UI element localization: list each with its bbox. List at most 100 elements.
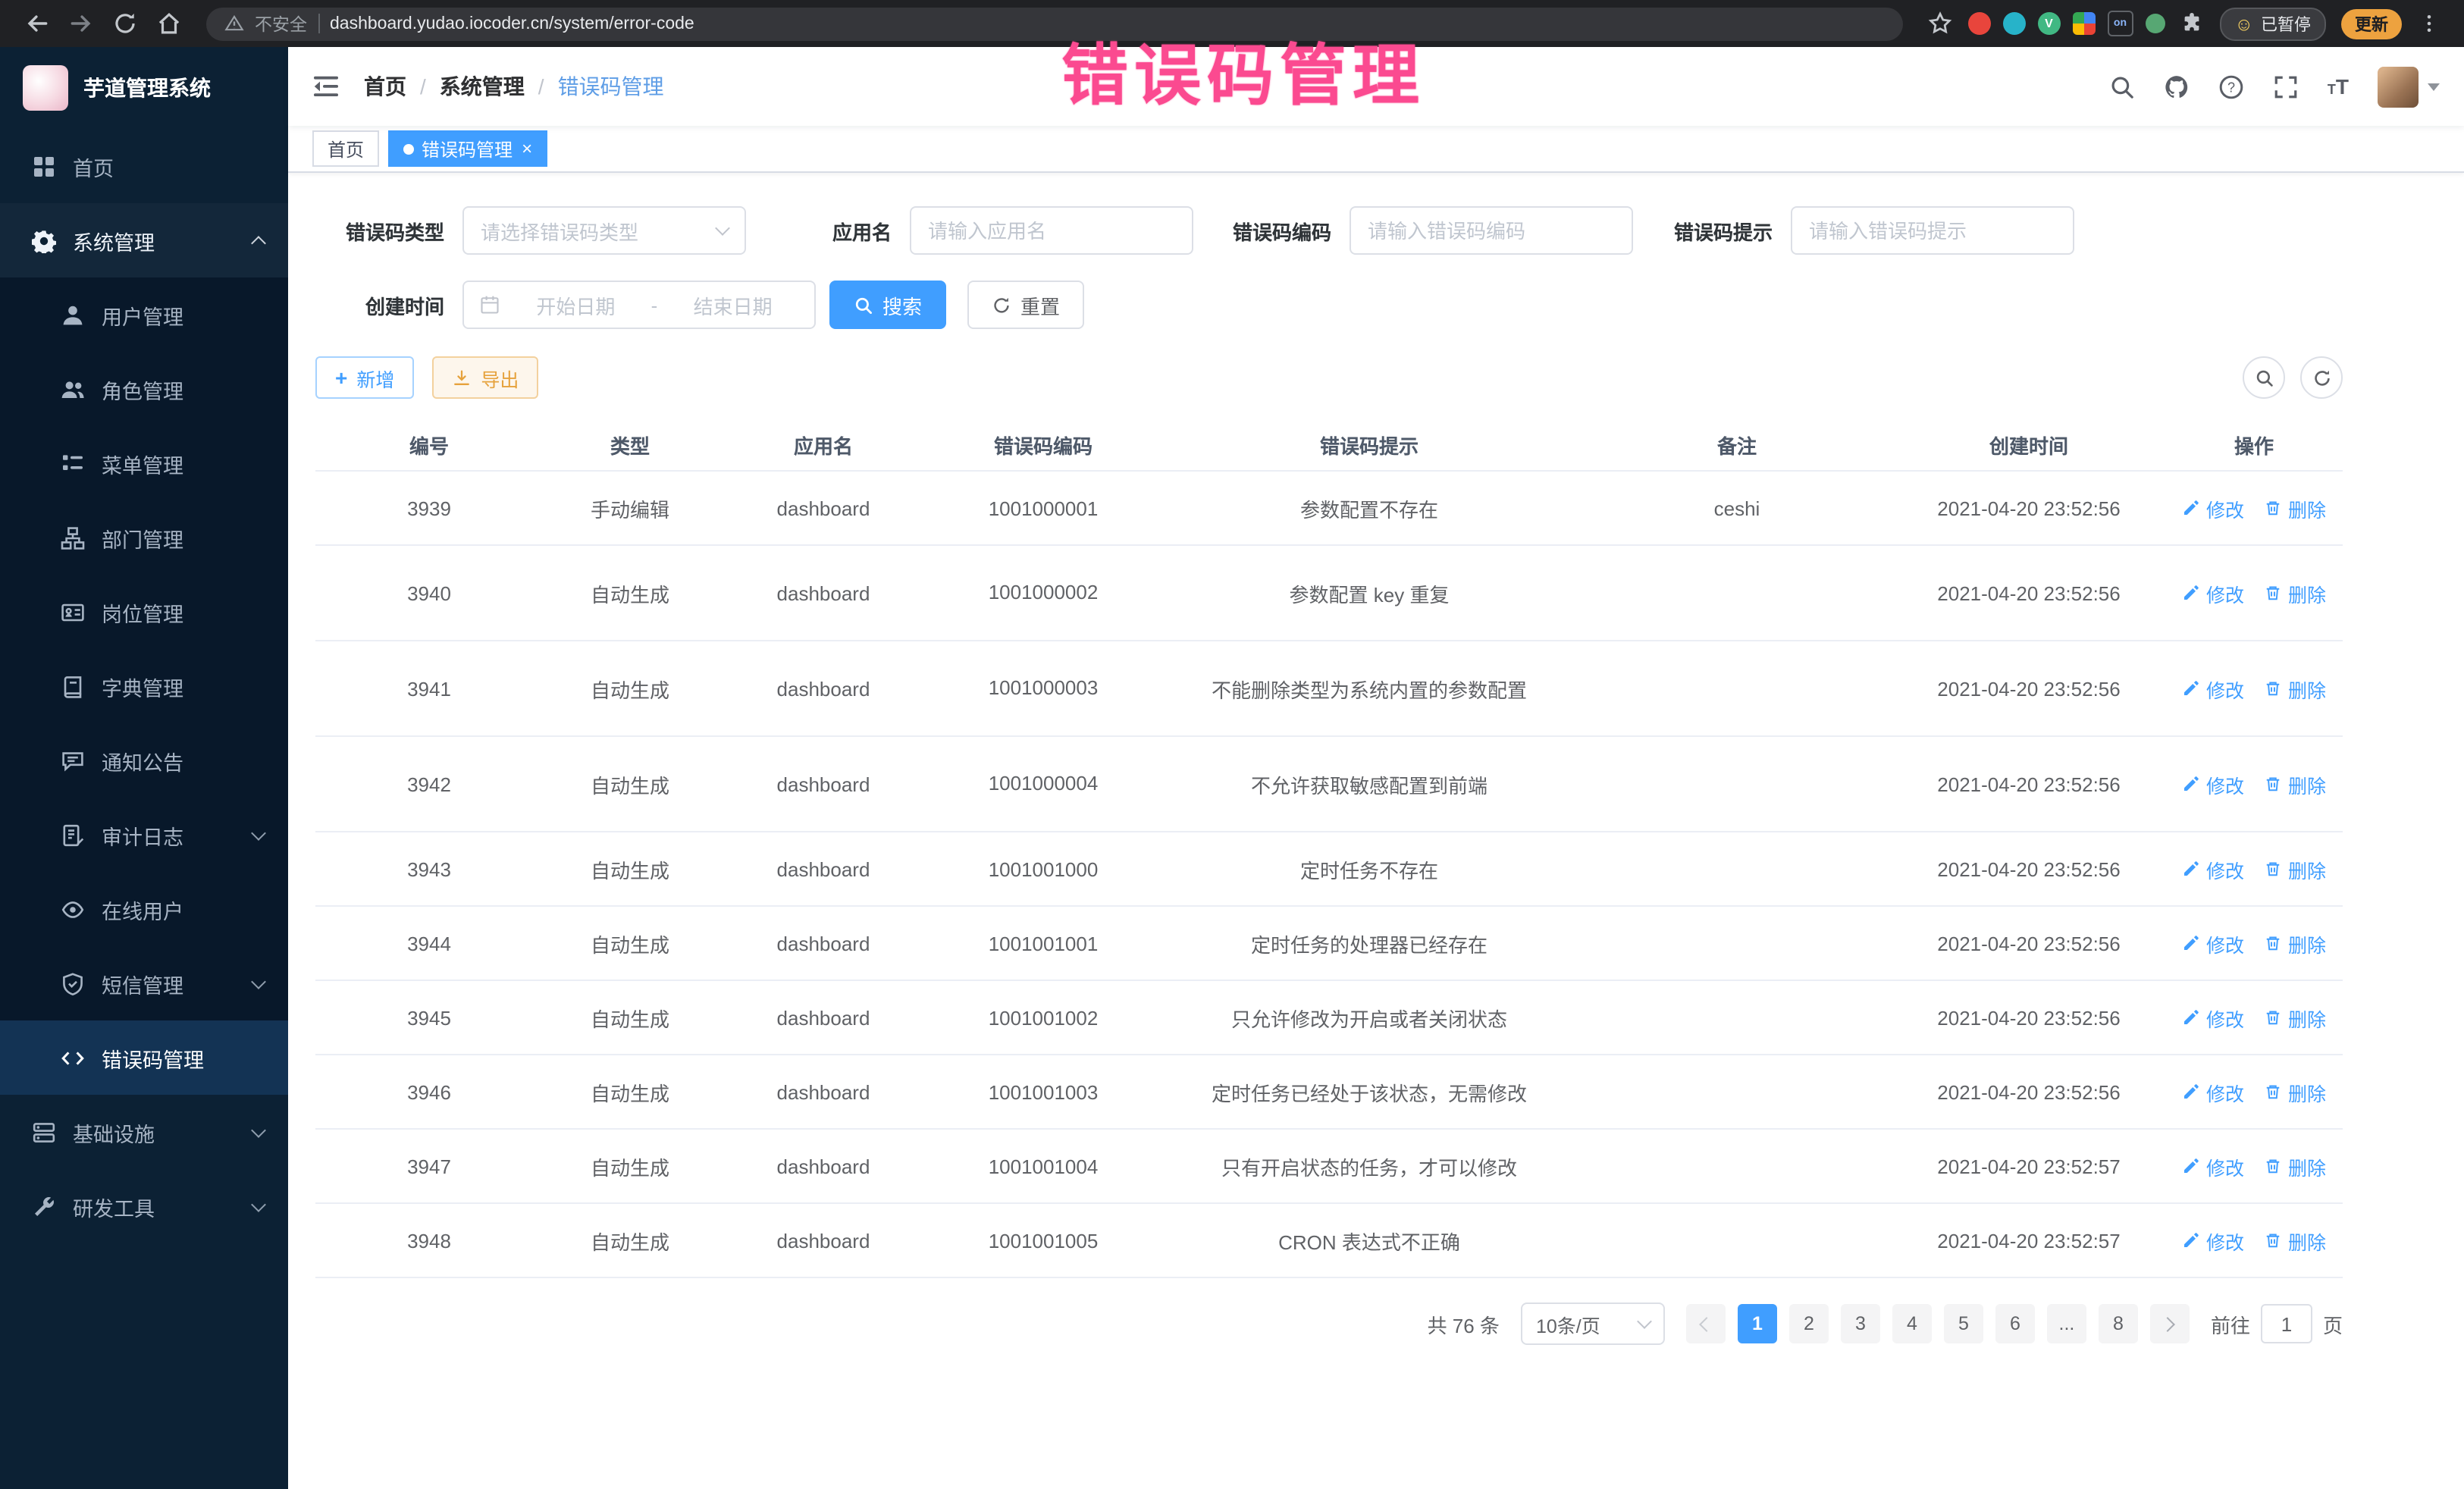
page-button-5[interactable]: 5 — [1944, 1304, 1983, 1343]
extension-icon-vue[interactable]: V — [2037, 12, 2060, 35]
page-button-6[interactable]: 6 — [1995, 1304, 2035, 1343]
edit-link[interactable]: 修改 — [2182, 674, 2244, 703]
prev-page-button[interactable] — [1686, 1304, 1726, 1343]
delete-link[interactable]: 删除 — [2264, 1003, 2326, 1032]
delete-link[interactable]: 删除 — [2264, 674, 2326, 703]
cell-app: dashboard — [717, 581, 929, 604]
tab-error-code[interactable]: 错误码管理 × — [388, 130, 547, 167]
delete-link[interactable]: 删除 — [2264, 494, 2326, 522]
cell-actions: 修改 删除 — [2165, 1226, 2343, 1255]
sidebar-item-label: 字典管理 — [102, 671, 264, 701]
extension-icon-on[interactable]: on — [2107, 11, 2133, 36]
breadcrumb-system[interactable]: 系统管理 — [440, 71, 525, 102]
sidebar-item-dict[interactable]: 字典管理 — [0, 649, 288, 723]
page-button-2[interactable]: 2 — [1789, 1304, 1829, 1343]
sidebar-item-home[interactable]: 首页 — [0, 129, 288, 203]
help-icon[interactable]: ? — [2218, 74, 2244, 99]
sidebar-item-sms[interactable]: 短信管理 — [0, 946, 288, 1020]
extension-icon-green[interactable] — [2145, 14, 2165, 33]
extension-icon-teal[interactable] — [2002, 12, 2025, 35]
edit-link[interactable]: 修改 — [2182, 1226, 2244, 1255]
delete-link[interactable]: 删除 — [2264, 929, 2326, 958]
sidebar-item-tools[interactable]: 研发工具 — [0, 1169, 288, 1243]
next-page-button[interactable] — [2150, 1304, 2190, 1343]
add-button[interactable]: + 新增 — [315, 356, 414, 399]
page-button-3[interactable]: 3 — [1841, 1304, 1880, 1343]
show-search-button[interactable] — [2243, 356, 2285, 399]
edit-link[interactable]: 修改 — [2182, 854, 2244, 883]
error-code-input[interactable] — [1350, 206, 1633, 255]
edit-link[interactable]: 修改 — [2182, 929, 2244, 958]
sidebar-item-code[interactable]: 错误码管理 — [0, 1020, 288, 1095]
page-button-1[interactable]: 1 — [1738, 1304, 1777, 1343]
extension-icon-grid[interactable] — [2072, 12, 2095, 35]
delete-link[interactable]: 删除 — [2264, 1226, 2326, 1255]
sidebar-item-gear[interactable]: 系统管理 — [0, 203, 288, 277]
page-button-8[interactable]: 8 — [2099, 1304, 2138, 1343]
close-tab-icon[interactable]: × — [522, 139, 532, 158]
browser-menu-icon[interactable] — [2419, 11, 2440, 36]
page-size-select[interactable]: 10条/页 — [1521, 1302, 1665, 1345]
breadcrumb-home[interactable]: 首页 — [364, 71, 406, 102]
delete-link-label: 删除 — [2288, 674, 2326, 703]
page-button-4[interactable]: 4 — [1892, 1304, 1932, 1343]
refresh-table-button[interactable] — [2300, 356, 2343, 399]
edit-link[interactable]: 修改 — [2182, 494, 2244, 522]
date-range-picker[interactable]: 开始日期 - 结束日期 — [462, 281, 816, 329]
fullscreen-icon[interactable] — [2273, 74, 2299, 99]
url-text[interactable]: dashboard.yudao.iocoder.cn/system/error-… — [330, 14, 694, 33]
sidebar-item-dept[interactable]: 部门管理 — [0, 500, 288, 575]
back-icon[interactable] — [24, 11, 50, 36]
export-button[interactable]: 导出 — [432, 356, 538, 399]
browser-update-button[interactable]: 更新 — [2341, 8, 2402, 39]
bookmark-star-icon[interactable] — [1926, 11, 1952, 36]
reset-button[interactable]: 重置 — [967, 281, 1084, 329]
delete-link[interactable]: 删除 — [2264, 1152, 2326, 1180]
sidebar-item-label: 研发工具 — [73, 1191, 237, 1221]
delete-link[interactable]: 删除 — [2264, 1077, 2326, 1106]
sidebar-item-user[interactable]: 用户管理 — [0, 277, 288, 352]
delete-link-label: 删除 — [2288, 1226, 2326, 1255]
search-icon[interactable] — [2109, 74, 2135, 99]
forward-icon[interactable] — [68, 11, 94, 36]
paused-extension-badge[interactable]: ☺已暂停 — [2219, 7, 2326, 40]
home-browser-icon[interactable] — [156, 11, 182, 36]
sidebar-item-notice[interactable]: 通知公告 — [0, 723, 288, 798]
error-msg-label: 错误码提示 — [1672, 216, 1773, 245]
error-msg-input[interactable] — [1791, 206, 2074, 255]
avatar[interactable] — [2378, 66, 2419, 107]
delete-link[interactable]: 删除 — [2264, 770, 2326, 798]
sidebar-item-audit[interactable]: 审计日志 — [0, 798, 288, 872]
cell-actions: 修改删除 — [2165, 578, 2343, 607]
hamburger-icon[interactable] — [312, 74, 340, 99]
page-more-button[interactable]: ... — [2047, 1304, 2086, 1343]
error-type-select[interactable]: 请选择错误码类型 — [462, 206, 746, 255]
reload-icon[interactable] — [112, 11, 138, 36]
address-bar[interactable]: 不安全 dashboard.yudao.iocoder.cn/system/er… — [206, 7, 1902, 40]
edit-link[interactable]: 修改 — [2182, 770, 2244, 798]
search-button[interactable]: 搜索 — [829, 281, 946, 329]
edit-link[interactable]: 修改 — [2182, 1003, 2244, 1032]
edit-link[interactable]: 修改 — [2182, 578, 2244, 607]
sidebar-item-post[interactable]: 岗位管理 — [0, 575, 288, 649]
app-name-label: 应用名 — [832, 216, 892, 245]
app-logo[interactable]: 芋道管理系统 — [0, 47, 288, 129]
goto-page-input[interactable] — [2261, 1304, 2312, 1343]
sidebar-item-label: 系统管理 — [73, 225, 237, 255]
app-name-input[interactable] — [910, 206, 1193, 255]
sidebar-item-users[interactable]: 角色管理 — [0, 352, 288, 426]
user-menu[interactable] — [2378, 66, 2440, 107]
font-size-icon[interactable]: TT — [2328, 76, 2349, 97]
extensions-puzzle-icon[interactable] — [2180, 12, 2202, 35]
extension-icon-red[interactable] — [1967, 12, 1990, 35]
sidebar-item-infra[interactable]: 基础设施 — [0, 1095, 288, 1169]
sidebar-item-online[interactable]: 在线用户 — [0, 872, 288, 946]
github-icon[interactable] — [2164, 74, 2190, 99]
edit-link[interactable]: 修改 — [2182, 1077, 2244, 1106]
edit-link[interactable]: 修改 — [2182, 1152, 2244, 1180]
tab-home[interactable]: 首页 — [312, 130, 379, 167]
sidebar-item-menu[interactable]: 菜单管理 — [0, 426, 288, 500]
delete-link[interactable]: 删除 — [2264, 578, 2326, 607]
delete-link[interactable]: 删除 — [2264, 854, 2326, 883]
filter-row-1: 错误码类型 请选择错误码类型 应用名 错误码编码 错误码提示 — [315, 206, 2343, 255]
